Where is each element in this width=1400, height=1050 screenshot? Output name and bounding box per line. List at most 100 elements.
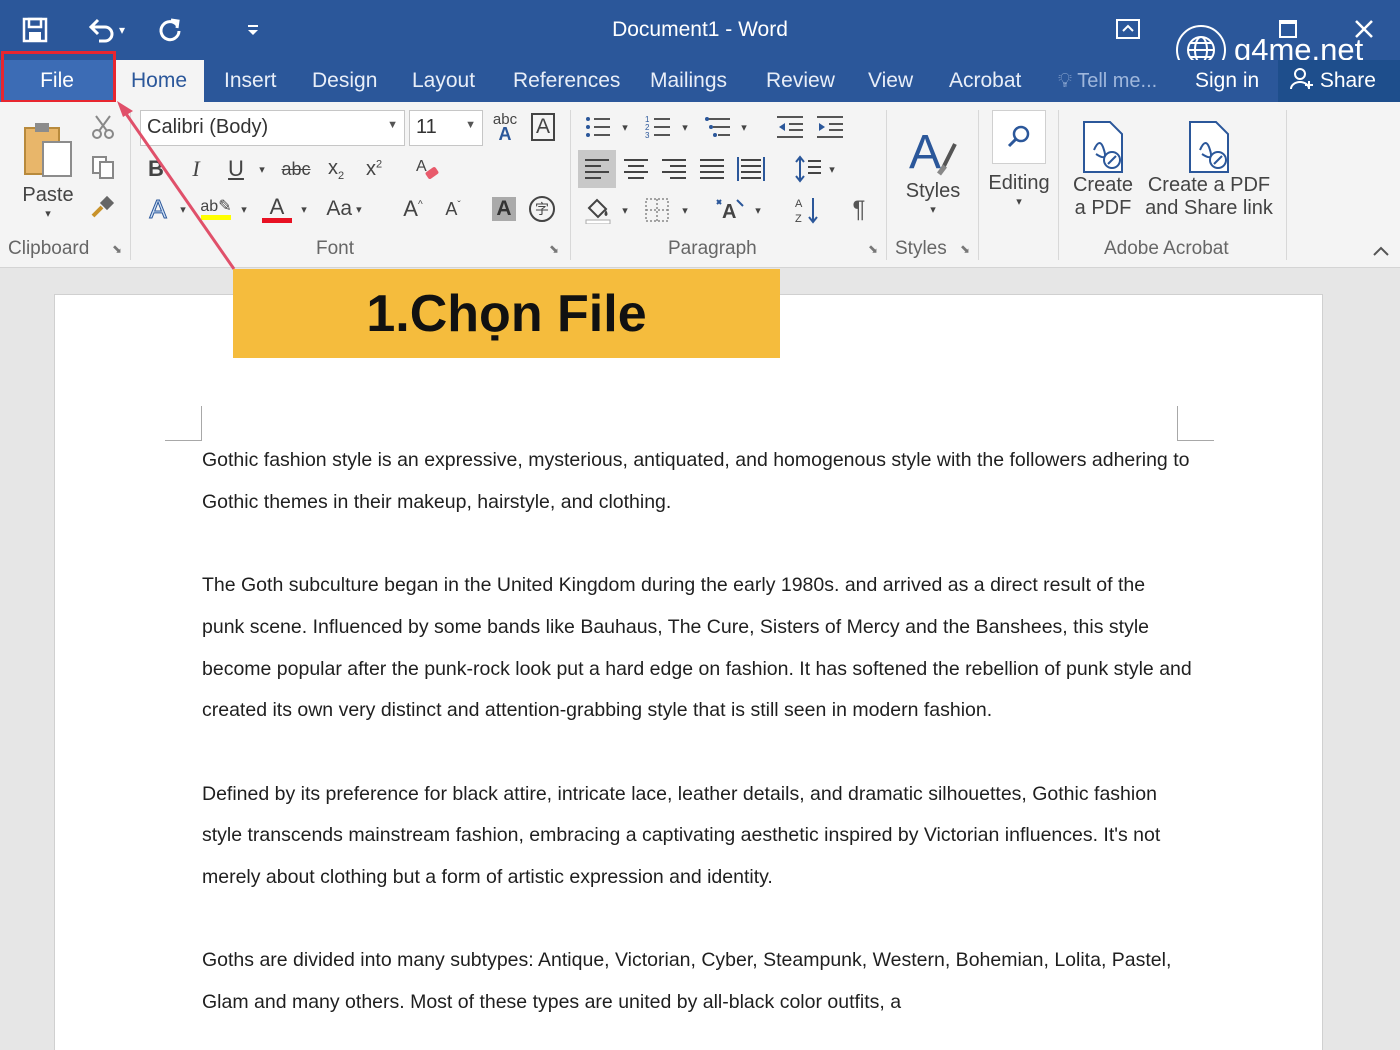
tab-file[interactable]: File — [0, 60, 114, 102]
distributed-button[interactable] — [732, 150, 770, 188]
clear-formatting-button[interactable]: A — [410, 152, 446, 186]
numbering-dropdown[interactable]: ▾ — [676, 110, 694, 144]
paste-button[interactable]: Paste ▾ — [14, 110, 82, 230]
chevron-down-icon: ▾ — [930, 204, 936, 216]
subscript-button[interactable]: x2 — [320, 152, 352, 186]
superscript-button[interactable]: x2 — [358, 152, 390, 186]
bold-button[interactable]: B — [140, 152, 172, 186]
copy-button[interactable] — [86, 150, 120, 184]
chevron-down-icon: ▼ — [387, 119, 398, 131]
styles-button[interactable]: A Styles ▾ — [896, 110, 970, 230]
paragraph-launcher-icon[interactable]: ⬊ — [868, 242, 878, 256]
borders-button[interactable] — [640, 192, 674, 228]
lightbulb-icon: 💡︎ — [1058, 70, 1072, 92]
tab-acrobat[interactable]: Acrobat — [949, 60, 1021, 102]
share-button[interactable]: Share — [1278, 60, 1400, 102]
bullets-dropdown[interactable]: ▾ — [616, 110, 634, 144]
person-icon — [1290, 68, 1313, 90]
font-launcher-icon[interactable]: ⬊ — [549, 242, 559, 256]
divider — [978, 110, 979, 260]
undo-dropdown-icon[interactable]: ▾ — [119, 23, 125, 37]
tab-design[interactable]: Design — [312, 60, 377, 102]
styles-launcher-icon[interactable]: ⬊ — [960, 242, 970, 256]
sort-button[interactable]: AZ — [790, 192, 824, 228]
show-hide-marks-button[interactable]: ¶ — [842, 192, 876, 228]
font-size-combobox[interactable]: 11 ▼ — [409, 110, 483, 146]
save-icon — [22, 17, 48, 43]
svg-text:A: A — [722, 201, 736, 223]
bullets-button[interactable] — [580, 110, 616, 144]
clipboard-launcher-icon[interactable]: ⬊ — [112, 242, 122, 256]
redo-icon — [159, 18, 181, 42]
highlight-dropdown[interactable]: ▾ — [236, 192, 252, 226]
tab-insert[interactable]: Insert — [224, 60, 277, 102]
editing-button[interactable]: Editing ▾ — [984, 110, 1054, 230]
create-pdf-share-link-button[interactable]: Create a PDF and Share link — [1142, 110, 1276, 230]
font-color-button[interactable]: A — [258, 192, 296, 226]
svg-text:3: 3 — [645, 131, 650, 140]
asian-layout-button[interactable]: A — [710, 192, 750, 228]
center-button[interactable] — [618, 150, 654, 188]
eraser-icon: A — [416, 158, 439, 179]
font-name-combobox[interactable]: Calibri (Body) ▼ — [140, 110, 405, 146]
sign-in-link[interactable]: Sign in — [1195, 60, 1259, 102]
tab-references[interactable]: References — [513, 60, 620, 102]
underline-dropdown[interactable]: ▾ — [252, 152, 272, 186]
tell-me-box[interactable]: 💡︎ Tell me... — [1058, 60, 1157, 102]
decrease-indent-button[interactable] — [772, 110, 808, 144]
ribbon-display-options-button[interactable] — [1092, 0, 1164, 58]
italic-button[interactable]: I — [180, 152, 212, 186]
undo-button[interactable]: ▾ — [70, 5, 142, 55]
justify-button[interactable] — [694, 150, 730, 188]
character-shading-button[interactable]: A — [488, 192, 520, 226]
align-left-button[interactable] — [578, 150, 616, 188]
text-effects-dropdown[interactable]: ▾ — [176, 192, 190, 226]
chevron-down-icon: ▾ — [741, 121, 747, 134]
document-body[interactable]: Gothic fashion style is an expressive, m… — [202, 440, 1192, 1050]
create-pdf-button[interactable]: Create a PDF — [1064, 110, 1142, 230]
tab-view[interactable]: View — [868, 60, 913, 102]
character-border-button[interactable]: A — [528, 110, 558, 144]
borders-dropdown[interactable]: ▾ — [676, 192, 694, 228]
shrink-font-button[interactable]: Aˇ — [436, 192, 470, 226]
divider — [1286, 110, 1287, 260]
underline-button[interactable]: U — [220, 152, 252, 186]
tell-me-text: Tell me... — [1077, 70, 1158, 92]
multilevel-list-button[interactable] — [700, 110, 736, 144]
undo-icon — [88, 18, 114, 43]
cut-button[interactable] — [86, 110, 120, 144]
align-left-icon — [585, 159, 609, 179]
line-spacing-button[interactable] — [790, 150, 826, 188]
ribbon-home: Paste ▾ Clipboard ⬊ Calibri (Body) ▼ 11 … — [0, 102, 1400, 268]
save-button[interactable] — [0, 5, 70, 55]
tab-review[interactable]: Review — [766, 60, 835, 102]
enclose-characters-button[interactable]: 字 — [526, 192, 558, 226]
shading-button[interactable] — [580, 192, 616, 228]
align-right-button[interactable] — [656, 150, 692, 188]
paste-dropdown-icon[interactable]: ▾ — [45, 207, 51, 220]
tab-home[interactable]: Home — [114, 60, 204, 102]
multilevel-dropdown[interactable]: ▾ — [736, 110, 752, 144]
shading-dropdown[interactable]: ▾ — [616, 192, 634, 228]
asian-layout-dropdown[interactable]: ▾ — [750, 192, 766, 228]
strikethrough-button[interactable]: abc — [276, 152, 316, 186]
paragraph-3: Defined by its preference for black atti… — [202, 782, 1161, 888]
tab-mailings[interactable]: Mailings — [650, 60, 727, 102]
grow-font-button[interactable]: A^ — [396, 192, 430, 226]
collapse-ribbon-button[interactable] — [1366, 238, 1396, 264]
numbering-button[interactable]: 123 — [640, 110, 676, 144]
copy-icon — [92, 156, 114, 179]
chevron-down-icon: ▾ — [259, 163, 265, 176]
grow-font-abc-button[interactable]: abc A — [488, 110, 522, 146]
tab-layout[interactable]: Layout — [412, 60, 475, 102]
highlight-color-button[interactable]: ab✎ — [196, 192, 236, 226]
text-effects-button[interactable]: A — [140, 192, 176, 226]
sort-icon: AZ — [795, 198, 818, 225]
change-case-button[interactable]: Aa ▾ — [318, 192, 370, 226]
font-color-dropdown[interactable]: ▾ — [296, 192, 312, 226]
line-spacing-dropdown[interactable]: ▾ — [824, 150, 840, 188]
redo-button[interactable] — [142, 5, 198, 55]
customize-qat-button[interactable] — [198, 5, 308, 55]
format-painter-button[interactable] — [86, 190, 120, 224]
increase-indent-button[interactable] — [812, 110, 848, 144]
